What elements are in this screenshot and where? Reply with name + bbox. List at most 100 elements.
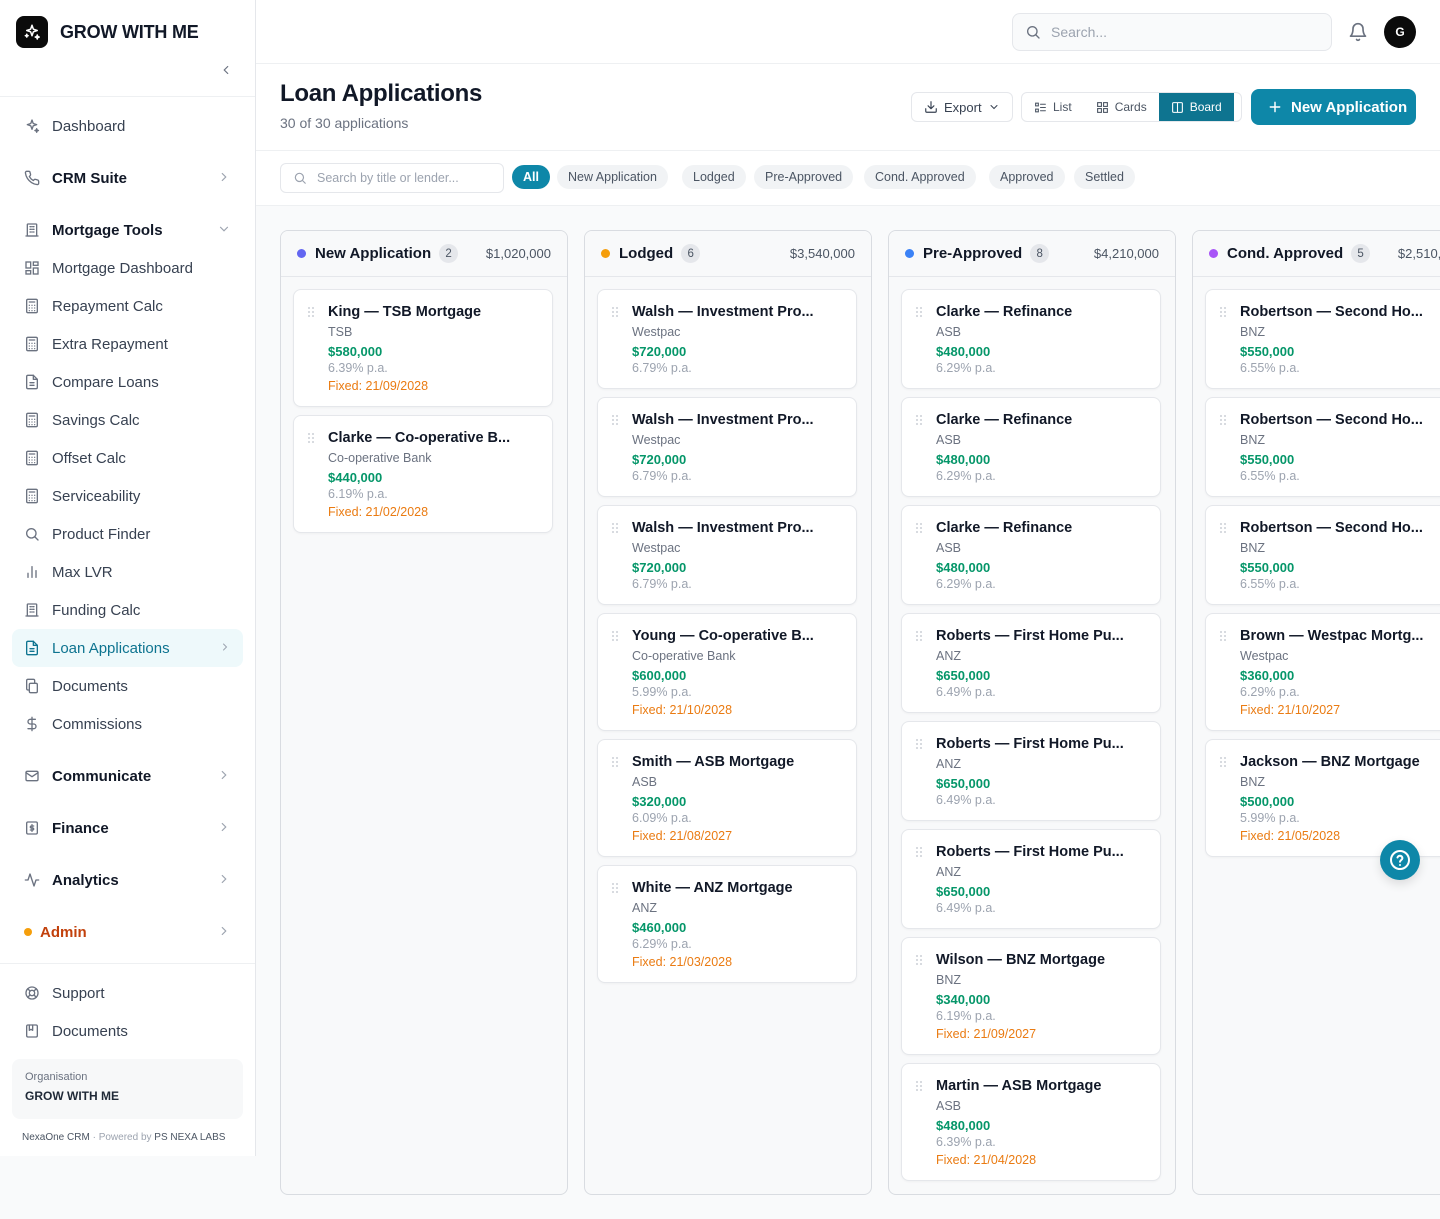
bell-icon[interactable] [1348,22,1368,42]
sidebar-group-analytics[interactable]: Analytics [12,861,243,899]
organisation-card[interactable]: Organisation GROW WITH ME [12,1059,243,1119]
sidebar-item-label: Repayment Calc [52,297,163,315]
drag-handle-icon[interactable] [915,522,923,534]
help-button[interactable] [1380,840,1420,880]
filter-pill-approved[interactable]: Approved [989,165,1065,189]
filter-pill-cond-approved[interactable]: Cond. Approved [864,165,976,189]
sidebar-group-crm[interactable]: CRM Suite [12,159,243,197]
avatar[interactable]: G [1384,16,1416,48]
sidebar-item-docs[interactable]: Documents [12,1012,243,1050]
brand[interactable]: GROW WITH ME [16,16,199,48]
application-card[interactable]: Roberts — First Home Pu... ANZ $650,000 6.4… [901,721,1161,821]
application-search-input[interactable]: Search by title or lender... [280,163,504,193]
drag-handle-icon[interactable] [915,630,923,642]
drag-handle-icon[interactable] [915,1080,923,1092]
column-title: Lodged [619,245,674,262]
application-card[interactable]: Smith — ASB Mortgage ASB $320,000 6.09% p.a… [597,739,857,857]
view-cards-button[interactable]: Cards [1084,93,1159,121]
drag-handle-icon[interactable] [915,306,923,318]
application-card[interactable]: Roberts — First Home Pu... ANZ $650,000 6.4… [901,829,1161,929]
sidebar-item-support[interactable]: Support [12,974,243,1012]
card-lender: Westpac [632,433,681,447]
drag-handle-icon[interactable] [307,306,315,318]
sidebar-group-finance[interactable]: Finance [12,809,243,847]
application-card[interactable]: White — ANZ Mortgage ANZ $460,000 6.29% p.a… [597,865,857,983]
sidebar-item-offset-calc[interactable]: Offset Calc [12,439,243,477]
board-column: New Application 2 $1,020,000 King — TSB Mor… [280,230,568,1195]
drag-handle-icon[interactable] [1219,630,1227,642]
application-card[interactable]: Walsh — Investment Pro... Westpac $720,000… [597,397,857,497]
filter-pill-settled[interactable]: Settled [1074,165,1135,189]
sidebar-group-communicate[interactable]: Communicate [12,757,243,795]
application-card[interactable]: Wilson — BNZ Mortgage BNZ $340,000 6.19% p.… [901,937,1161,1055]
export-button[interactable]: Export [911,92,1013,122]
application-card[interactable]: Walsh — Investment Pro... Westpac $720,000… [597,289,857,389]
application-card[interactable]: Young — Co-operative B... Co-operative Ba… [597,613,857,731]
drag-handle-icon[interactable] [915,738,923,750]
card-lender: BNZ [1240,541,1265,555]
drag-handle-icon[interactable] [611,522,619,534]
organisation-name: GROW WITH ME [25,1089,119,1103]
sidebar-item-max-lvr[interactable]: Max LVR [12,553,243,591]
view-board-button[interactable]: Board [1158,93,1234,121]
filter-pill-all[interactable]: All [512,165,550,189]
drag-handle-icon[interactable] [611,756,619,768]
application-card[interactable]: Robertson — Second Ho... BNZ $550,000 6.55%… [1205,505,1440,605]
drag-handle-icon[interactable] [611,630,619,642]
sidebar-item-serviceability[interactable]: Serviceability [12,477,243,515]
new-application-button[interactable]: New Application [1251,89,1416,125]
sidebar-item-compare-loans[interactable]: Compare Loans [12,363,243,401]
sidebar-item-savings-calc[interactable]: Savings Calc [12,401,243,439]
application-card[interactable]: Robertson — Second Ho... BNZ $550,000 6.55%… [1205,289,1440,389]
card-lender: BNZ [1240,433,1265,447]
organisation-label: Organisation [25,1071,88,1083]
column-count-badge: 5 [1351,244,1371,263]
application-card[interactable]: Jackson — BNZ Mortgage BNZ $500,000 5.99% p… [1205,739,1440,857]
drag-handle-icon[interactable] [307,432,315,444]
application-card[interactable]: Roberts — First Home Pu... ANZ $650,000 6.4… [901,613,1161,713]
drag-handle-icon[interactable] [1219,306,1227,318]
page-subtitle: 30 of 30 applications [280,115,409,131]
sidebar-item-dashboard[interactable]: Dashboard [12,107,243,145]
application-card[interactable]: Clarke — Refinance ASB $480,000 6.29% p.a. [901,289,1161,389]
application-card[interactable]: Robertson — Second Ho... BNZ $550,000 6.55%… [1205,397,1440,497]
drag-handle-icon[interactable] [1219,522,1227,534]
card-fixed-date: Fixed: 21/02/2028 [328,505,429,519]
drag-handle-icon[interactable] [1219,756,1227,768]
card-amount: $650,000 [936,884,991,899]
sidebar-item-documents[interactable]: Documents [12,667,243,705]
sidebar: GROW WITH ME Dashboard CRM Suite Mortgag… [0,0,256,1156]
application-card[interactable]: Martin — ASB Mortgage ASB $480,000 6.39% p.… [901,1063,1161,1181]
drag-handle-icon[interactable] [915,954,923,966]
collapse-sidebar-icon[interactable] [216,60,236,80]
filter-pill-new-application[interactable]: New Application [557,165,668,189]
drag-handle-icon[interactable] [611,882,619,894]
sidebar-item-loan-applications[interactable]: Loan Applications [12,629,243,667]
sidebar-item-extra-repayment[interactable]: Extra Repayment [12,325,243,363]
drag-handle-icon[interactable] [611,306,619,318]
sidebar-item-product-finder[interactable]: Product Finder [12,515,243,553]
global-search-input[interactable]: Search... [1012,13,1332,51]
application-card[interactable]: Clarke — Refinance ASB $480,000 6.29% p.a. [901,397,1161,497]
sidebar-item-repayment-calc[interactable]: Repayment Calc [12,287,243,325]
drag-handle-icon[interactable] [611,414,619,426]
sidebar-group-mortgage-tools[interactable]: Mortgage Tools [12,211,243,249]
sidebar-group-admin[interactable]: Admin [12,913,243,951]
application-card[interactable]: King — TSB Mortgage TSB $580,000 6.39% p.a.… [293,289,553,407]
sidebar-item-funding-calc[interactable]: Funding Calc [12,591,243,629]
help-circle-icon [1388,848,1412,872]
application-card[interactable]: Walsh — Investment Pro... Westpac $720,000… [597,505,857,605]
application-card[interactable]: Clarke — Refinance ASB $480,000 6.29% p.a. [901,505,1161,605]
application-card[interactable]: Clarke — Co-operative B... Co-operative B… [293,415,553,533]
card-title: Clarke — Co-operative B... [328,430,511,446]
view-list-button[interactable]: List [1022,93,1084,121]
filter-pill-pre-approved[interactable]: Pre-Approved [754,165,854,189]
drag-handle-icon[interactable] [915,846,923,858]
sidebar-item-commissions[interactable]: Commissions [12,705,243,743]
application-card[interactable]: Brown — Westpac Mortg... Westpac $360,000 6… [1205,613,1440,731]
filter-pill-lodged[interactable]: Lodged [682,165,746,189]
drag-handle-icon[interactable] [1219,414,1227,426]
calculator-icon [24,488,40,504]
drag-handle-icon[interactable] [915,414,923,426]
sidebar-item-mortgage-dashboard[interactable]: Mortgage Dashboard [12,249,243,287]
